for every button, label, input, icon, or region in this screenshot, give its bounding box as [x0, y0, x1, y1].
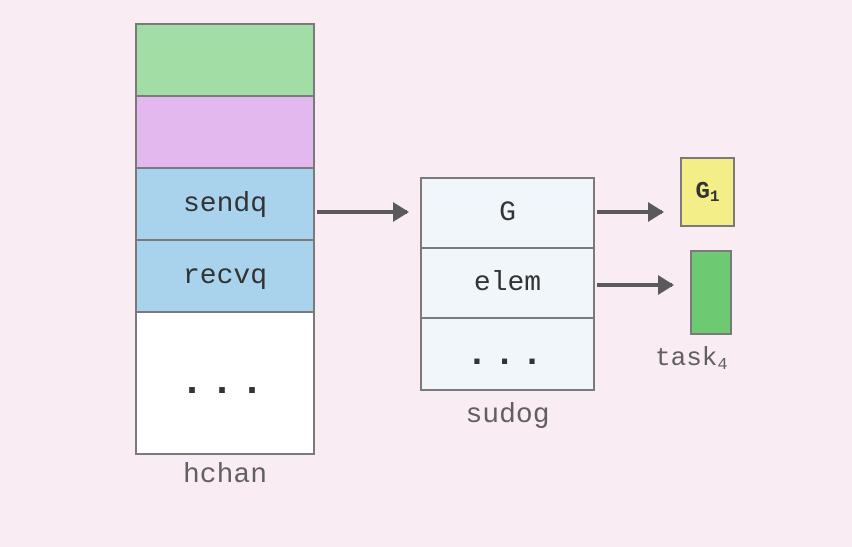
sudog-struct: G elem ... [420, 177, 595, 391]
task-box [690, 250, 732, 335]
hchan-label: hchan [135, 460, 315, 491]
g1-box: G1 [680, 157, 735, 227]
hchan-cell-sendq: sendq [137, 169, 313, 241]
hchan-cell-1 [137, 25, 313, 97]
arrow-hchan-to-sudog [317, 210, 407, 214]
arrow-elem-to-task [597, 283, 672, 287]
arrow-g-to-g1 [597, 210, 662, 214]
task-subscript: 4 [717, 356, 727, 375]
diagram-container: sendq recvq ... hchan G elem ... sudog G… [0, 0, 852, 547]
task-label: task4 [655, 343, 728, 373]
g1-subscript: 1 [710, 188, 720, 206]
sudog-cell-elem: elem [422, 249, 593, 319]
g1-prefix: G [695, 179, 709, 206]
sudog-label: sudog [420, 400, 595, 431]
sudog-cell-g: G [422, 179, 593, 249]
sudog-cell-ellipsis: ... [422, 319, 593, 389]
hchan-cell-2 [137, 97, 313, 169]
task-prefix: task [655, 343, 717, 373]
hchan-struct: sendq recvq ... [135, 23, 315, 455]
hchan-cell-recvq: recvq [137, 241, 313, 313]
hchan-cell-ellipsis: ... [137, 313, 313, 453]
